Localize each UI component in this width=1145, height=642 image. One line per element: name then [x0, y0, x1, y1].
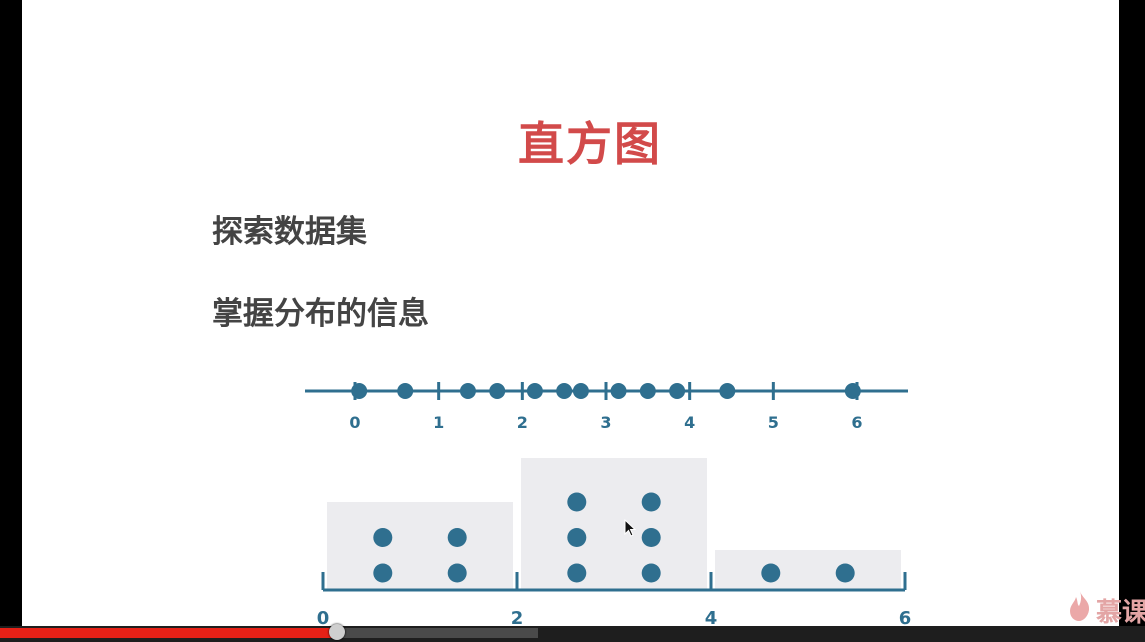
number-line-point: [719, 383, 736, 399]
histogram-dot: [567, 563, 587, 583]
slide-canvas: 直方图 探索数据集 掌握分布的信息 0123456 0246: [22, 0, 1119, 626]
number-line-point: [489, 383, 506, 399]
watermark-text: 慕课: [1096, 598, 1145, 628]
histogram-dot: [641, 563, 661, 583]
histogram-tick-label: 6: [899, 608, 912, 626]
number-line-tick-label: 4: [684, 413, 695, 432]
imooc-flame-icon: [1070, 591, 1090, 621]
number-line-point: [669, 383, 686, 399]
histogram-tick-label: 4: [705, 608, 718, 626]
histogram-dot: [761, 563, 781, 583]
histogram-dot: [447, 563, 467, 583]
histogram-dot: [447, 528, 467, 547]
number-line-point: [639, 383, 656, 399]
histogram-dot: [373, 528, 393, 547]
histogram-tick-label: 0: [317, 608, 330, 626]
number-line-tick-label: 1: [433, 413, 444, 432]
histogram-chart: 0 2 4 6: [317, 458, 912, 626]
histogram-tick-label: 2: [511, 608, 524, 626]
histogram-dot: [835, 563, 855, 583]
window-edge: [1119, 0, 1145, 626]
number-line-tick-label: 5: [768, 413, 779, 432]
histogram-dot: [641, 528, 661, 547]
histogram-bar: [715, 550, 901, 590]
number-line-point: [572, 383, 589, 399]
video-scrubber-handle[interactable]: [329, 624, 345, 640]
number-line-point: [610, 383, 627, 399]
histogram-dot: [567, 492, 587, 512]
number-line-point: [556, 383, 573, 399]
histogram-dot: [567, 528, 587, 547]
number-line-tick-label: 6: [851, 413, 862, 432]
number-line-point: [526, 383, 543, 399]
mouse-cursor-icon: [624, 519, 636, 537]
video-played-bar[interactable]: [0, 628, 337, 638]
number-line-point: [844, 383, 861, 399]
number-line-tick-label: 3: [600, 413, 611, 432]
number-line-point: [459, 383, 476, 399]
histogram-figure: 0 1 2 3 4 5 6 0 2 4 6: [305, 382, 912, 626]
number-line-tick-label: 0: [349, 413, 360, 432]
number-line-tick-label: 2: [517, 413, 528, 432]
histogram-bar: [521, 458, 707, 590]
number-line: 0 1 2 3 4 5 6: [305, 382, 908, 432]
number-line-point: [351, 383, 368, 399]
number-line-point: [397, 383, 414, 399]
histogram-dot: [373, 563, 393, 583]
histogram-bar: [327, 502, 513, 590]
histogram-dot: [641, 492, 661, 512]
